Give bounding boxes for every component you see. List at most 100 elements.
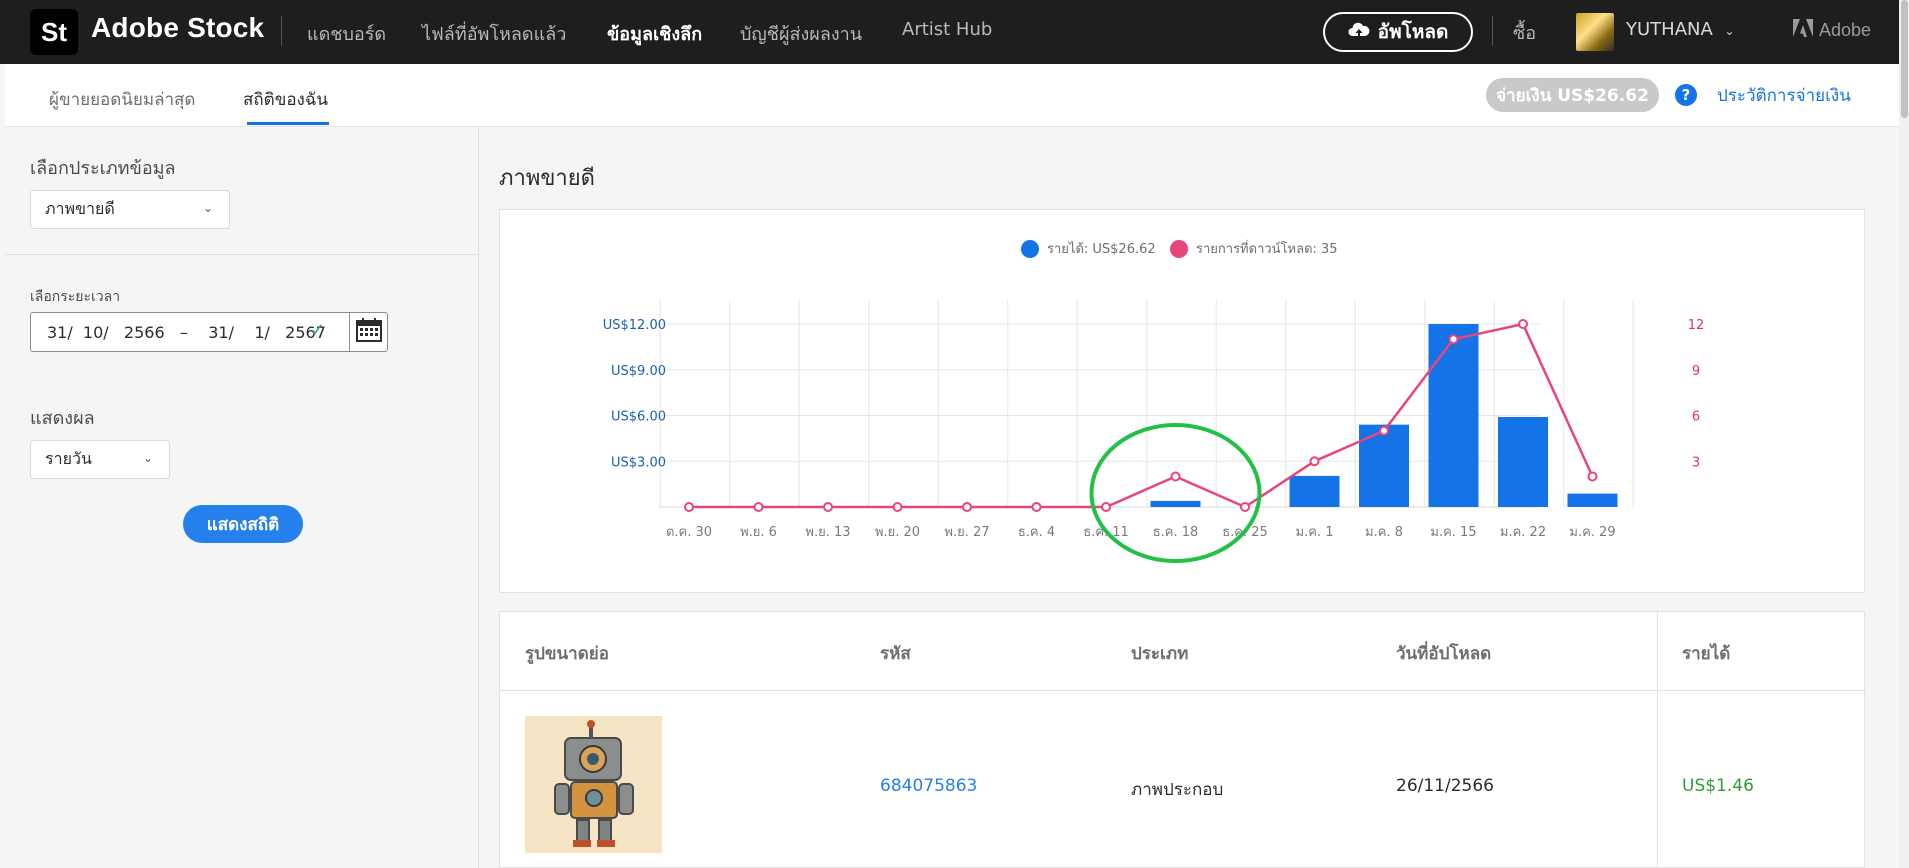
page-title: ภาพขายดี bbox=[499, 166, 595, 191]
revenue-bar bbox=[1567, 493, 1618, 507]
adobe-label: Adobe bbox=[1819, 20, 1872, 40]
divider bbox=[1657, 612, 1658, 868]
downloads-point bbox=[1240, 502, 1250, 512]
upload-label: อัพโหลด bbox=[1377, 21, 1449, 43]
downloads-point bbox=[753, 502, 764, 512]
payout-history-link[interactable]: ประวัติการจ่ายเงิน bbox=[1717, 82, 1851, 109]
downloads-point bbox=[684, 502, 694, 512]
calendar-button[interactable] bbox=[349, 313, 388, 351]
divider bbox=[5, 254, 479, 255]
divider bbox=[281, 16, 282, 46]
x-tick-label: ม.ค. 22 bbox=[1500, 525, 1546, 540]
help-icon[interactable]: ? bbox=[1675, 84, 1697, 106]
col-header-type: ประเภท bbox=[1131, 644, 1189, 664]
x-tick-label: ธ.ค. 4 bbox=[1018, 525, 1055, 540]
data-type-dropdown[interactable]: ภาพขายดี ⌄ bbox=[30, 190, 230, 229]
downloads-point bbox=[1587, 471, 1598, 482]
col-header-upload-date: วันที่อัปโหลด bbox=[1396, 644, 1492, 664]
adobe-stock-logo[interactable]: St bbox=[30, 9, 78, 55]
revenue-bar bbox=[1428, 324, 1479, 507]
thumbnail[interactable] bbox=[525, 716, 662, 853]
nav-insights[interactable]: ข้อมูลเชิงลึก bbox=[607, 19, 702, 48]
tab-top-sellers[interactable]: ผู้ขายยอดนิยมล่าสุด bbox=[49, 86, 195, 113]
divider bbox=[1492, 16, 1493, 46]
revenue-bar bbox=[1359, 424, 1409, 507]
adobe-link[interactable]: Adobe bbox=[1793, 19, 1871, 42]
x-tick-label: ม.ค. 15 bbox=[1430, 525, 1476, 540]
chevron-down-icon: ⌄ bbox=[202, 201, 213, 215]
annotation-ellipse bbox=[1089, 423, 1262, 563]
col-header-id: รหัส bbox=[880, 644, 911, 664]
cloud-upload-icon bbox=[1348, 21, 1370, 44]
nav-contributor-account[interactable]: บัญชีผู้ส่งผลงาน bbox=[740, 19, 862, 48]
x-tick-label: พ.ย. 27 bbox=[944, 525, 989, 540]
chart: US$3.00 US$6.00 US$9.00 US$12.00 3 6 9 12 ต.ค. 3… bbox=[603, 300, 1705, 563]
x-tick-label: ต.ค. 30 bbox=[666, 525, 712, 540]
chevron-down-icon: ⌄ bbox=[1724, 24, 1735, 38]
revenue-bar bbox=[1289, 475, 1340, 507]
filter-panel: เลือกประเภทข้อมูล ภาพขายดี ⌄ เลือกระยะเว… bbox=[5, 127, 479, 868]
y-tick-label-left: US$6.00 bbox=[611, 410, 666, 425]
tab-my-stats[interactable]: สถิติของฉัน bbox=[243, 86, 328, 113]
y-tick-label-left: US$3.00 bbox=[611, 455, 666, 470]
data-type-label: เลือกประเภทข้อมูล bbox=[30, 158, 176, 179]
revenue-bar bbox=[1498, 417, 1548, 507]
display-value: รายวัน bbox=[45, 449, 92, 468]
data-type-value: ภาพขายดี bbox=[45, 199, 115, 218]
x-tick-label: ธ.ค. 18 bbox=[1153, 525, 1199, 540]
y-tick-label-left: US$9.00 bbox=[611, 364, 666, 379]
user-menu[interactable]: YUTHANA ⌄ bbox=[1626, 19, 1735, 40]
payout-button[interactable]: จ่ายเงิน US$26.62 bbox=[1486, 78, 1659, 112]
sub-navigation: ผู้ขายยอดนิยมล่าสุด สถิติของฉัน จ่ายเงิน… bbox=[5, 64, 1899, 127]
asset-id-link[interactable]: 684075863 bbox=[880, 776, 977, 796]
active-tab-indicator bbox=[247, 122, 329, 125]
date-range-field[interactable]: 31/ 10/ 2566 – 31/ 1/ 2567 ✓ bbox=[30, 312, 388, 352]
y-tick-label-right: 6 bbox=[1692, 410, 1700, 425]
display-dropdown[interactable]: รายวัน ⌄ bbox=[30, 440, 170, 479]
downloads-point bbox=[1309, 456, 1320, 467]
x-tick-label: พ.ย. 20 bbox=[875, 525, 920, 540]
downloads-point bbox=[823, 502, 833, 512]
downloads-point bbox=[962, 502, 972, 512]
divider bbox=[500, 690, 1866, 691]
top-sellers-table: รูปขนาดย่อ รหัส ประเภท วันที่อัปโหลด ราย… bbox=[499, 611, 1866, 868]
y-tick-label-right: 12 bbox=[1688, 318, 1705, 333]
upload-button[interactable]: อัพโหลด bbox=[1323, 12, 1473, 52]
top-bar: St Adobe Stock แดชบอร์ด ไฟล์ที่อัพโหลดแล… bbox=[0, 0, 1899, 64]
y-tick-label-left: US$12.00 bbox=[603, 318, 666, 333]
buy-link[interactable]: ซื้อ bbox=[1513, 18, 1536, 47]
y-tick-label-right: 9 bbox=[1692, 364, 1700, 379]
adobe-icon bbox=[1793, 19, 1813, 42]
downloads-point bbox=[1379, 425, 1389, 436]
date-range-value[interactable]: 31/ 10/ 2566 – 31/ 1/ 2567 bbox=[47, 323, 326, 342]
downloads-point bbox=[1031, 502, 1042, 512]
earnings: US$1.46 bbox=[1682, 776, 1754, 796]
avatar[interactable] bbox=[1576, 13, 1614, 51]
downloads-point bbox=[1518, 319, 1528, 329]
col-header-earnings[interactable]: รายได้ bbox=[1682, 640, 1730, 667]
x-tick-label: ม.ค. 8 bbox=[1365, 525, 1403, 540]
display-label: แสดงผล bbox=[30, 408, 95, 429]
revenue-bar bbox=[1150, 500, 1201, 507]
upload-date: 26/11/2566 bbox=[1396, 776, 1494, 796]
chart-card: รายได้: US$26.62 รายการที่ดาวน์โหลด: 35 … bbox=[499, 209, 1865, 593]
x-tick-label: พ.ย. 13 bbox=[805, 525, 850, 540]
scrollbar-track[interactable] bbox=[1899, 0, 1909, 868]
downloads-point bbox=[1101, 502, 1111, 512]
check-icon: ✓ bbox=[310, 320, 326, 341]
date-range-label: เลือกระยะเวลา bbox=[30, 289, 121, 305]
x-tick-label: ม.ค. 29 bbox=[1569, 525, 1615, 540]
downloads-point bbox=[1448, 334, 1459, 345]
nav-dashboard[interactable]: แดชบอร์ด bbox=[307, 19, 386, 48]
brand-name[interactable]: Adobe Stock bbox=[91, 12, 264, 44]
username: YUTHANA bbox=[1626, 19, 1713, 40]
nav-uploaded-files[interactable]: ไฟล์ที่อัพโหลดแล้ว bbox=[422, 19, 566, 48]
downloads-point bbox=[1170, 471, 1181, 482]
asset-type: ภาพประกอบ bbox=[1131, 780, 1224, 800]
show-stats-button[interactable]: แสดงสถิติ bbox=[183, 505, 303, 543]
chevron-down-icon: ⌄ bbox=[142, 451, 153, 465]
scrollbar-thumb[interactable] bbox=[1901, 0, 1908, 118]
downloads-point bbox=[892, 502, 903, 512]
nav-artist-hub[interactable]: Artist Hub bbox=[902, 19, 992, 40]
x-tick-label: ม.ค. 1 bbox=[1296, 525, 1334, 540]
